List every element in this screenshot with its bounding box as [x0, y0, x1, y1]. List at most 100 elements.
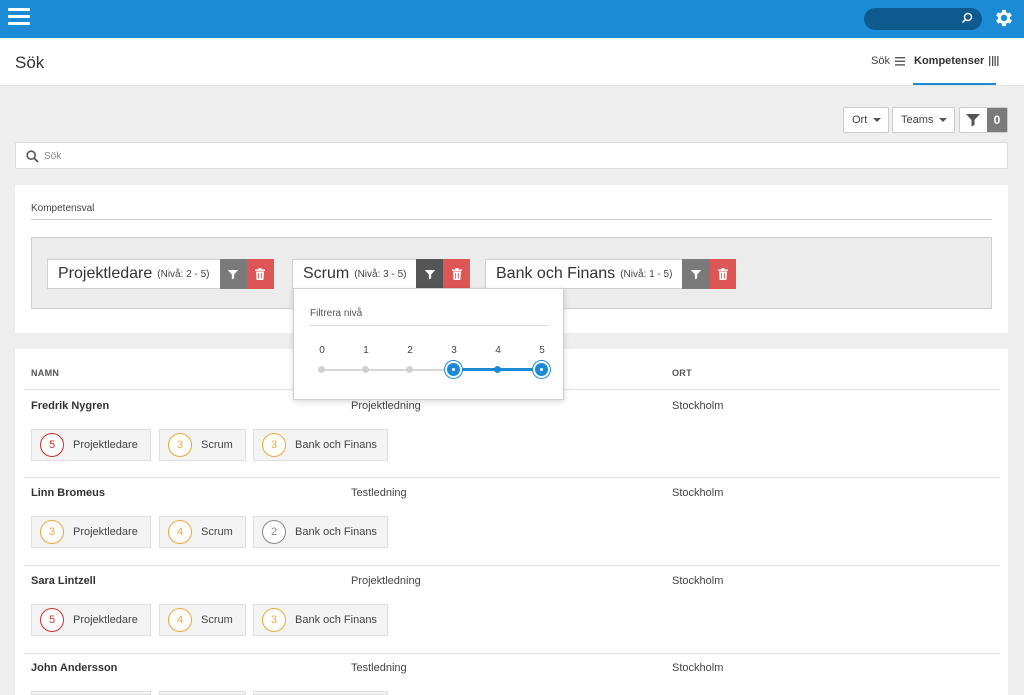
slider-tick-label: 1	[363, 345, 369, 356]
filter-icon	[966, 114, 980, 127]
competence-chip: Projektledare (Nivå: 2 - 5)	[47, 259, 274, 289]
ort-label: Ort	[852, 114, 868, 126]
filter-icon	[690, 269, 702, 279]
search-icon[interactable]	[960, 11, 974, 27]
level-badge: 3	[262, 433, 286, 457]
person-name[interactable]: Linn Bromeus	[31, 487, 105, 499]
chip-name: Projektledare	[58, 265, 153, 282]
slider-tick-label: 2	[407, 345, 413, 356]
chip-delete-button[interactable]	[709, 259, 737, 289]
gear-icon[interactable]	[993, 7, 1015, 29]
person-name[interactable]: John Andersson	[31, 662, 117, 674]
tag-name: Scrum	[201, 614, 233, 626]
chip-filter-button[interactable]	[219, 259, 247, 289]
slider-min-handle[interactable]	[445, 361, 462, 378]
competence-tag	[159, 691, 246, 695]
chip-level: (Nivå: 2 - 5)	[157, 268, 210, 280]
popover-title: Filtrera nivå	[310, 308, 363, 319]
slider-tick-label: 3	[451, 345, 457, 356]
divider	[310, 325, 548, 326]
level-badge: 3	[168, 433, 192, 457]
divider	[31, 219, 992, 220]
tag-name: Projektledare	[73, 614, 138, 626]
barcode-icon	[989, 56, 999, 66]
person-city: Stockholm	[672, 575, 724, 587]
slider-tick-label: 5	[539, 345, 545, 356]
chip-level: (Nivå: 1 - 5)	[620, 268, 673, 280]
slider-tick-label: 0	[319, 345, 325, 356]
competence-chip: Scrum (Nivå: 3 - 5)	[292, 259, 471, 289]
chip-body: Scrum (Nivå: 3 - 5)	[292, 259, 417, 289]
list-icon	[894, 56, 905, 66]
slider-step	[362, 366, 369, 373]
level-badge: 5	[40, 433, 64, 457]
slider-step	[318, 366, 325, 373]
chip-name: Bank och Finans	[496, 265, 616, 282]
tag-name: Bank och Finans	[295, 526, 377, 538]
chip-filter-button[interactable]	[682, 259, 710, 289]
person-city: Stockholm	[672, 662, 724, 674]
filter-count-button[interactable]: 0	[959, 107, 1008, 133]
column-header-name[interactable]: NAMN	[31, 368, 59, 378]
teams-dropdown-button[interactable]: Teams	[892, 107, 955, 133]
person-dept: Testledning	[351, 662, 407, 674]
person-city: Stockholm	[672, 400, 724, 412]
level-badge: 3	[262, 608, 286, 632]
tag-name: Scrum	[201, 526, 233, 538]
level-filter-popover: Filtrera nivå 0 1 2 3 4 5	[293, 288, 564, 400]
slider-tick-label: 4	[495, 345, 501, 356]
person-dept: Projektledning	[351, 400, 421, 412]
competence-tag: 3 Projektledare	[31, 516, 151, 548]
column-header-city[interactable]: ORT	[672, 368, 692, 378]
active-tab-indicator	[913, 83, 996, 85]
caret-down-icon	[939, 118, 948, 122]
global-search-input[interactable]	[874, 11, 960, 27]
slider-step	[406, 366, 413, 373]
top-bar	[0, 0, 1024, 38]
competence-tag: 5 Projektledare	[31, 604, 151, 636]
person-name[interactable]: Sara Lintzell	[31, 575, 96, 587]
teams-label: Teams	[901, 114, 934, 126]
chip-delete-button[interactable]	[443, 259, 471, 289]
level-badge: 4	[168, 520, 192, 544]
level-badge: 3	[40, 520, 64, 544]
tab-sok[interactable]: Sök	[871, 55, 905, 67]
tag-name: Projektledare	[73, 439, 138, 451]
chip-body: Projektledare (Nivå: 2 - 5)	[47, 259, 220, 289]
person-name[interactable]: Fredrik Nygren	[31, 400, 109, 412]
filter-count-badge: 0	[987, 108, 1007, 132]
ort-dropdown-button[interactable]: Ort	[843, 107, 889, 133]
page-header: Sök Sök Kompetenser	[0, 38, 1024, 86]
chip-delete-button[interactable]	[246, 259, 274, 289]
chip-body: Bank och Finans (Nivå: 1 - 5)	[485, 259, 683, 289]
person-city: Stockholm	[672, 487, 724, 499]
tag-name: Bank och Finans	[295, 439, 377, 451]
competence-tag	[31, 691, 151, 695]
page-title: Sök	[15, 53, 45, 72]
competence-title: Kompetensval	[31, 203, 95, 214]
competence-tag: 3 Bank och Finans	[253, 604, 388, 636]
row-divider	[24, 653, 1000, 654]
tab-label: Sök	[871, 55, 890, 67]
slider-max-handle[interactable]	[533, 361, 550, 378]
chip-filter-button[interactable]	[416, 259, 444, 289]
tab-label: Kompetenser	[914, 55, 985, 67]
level-badge: 4	[168, 608, 192, 632]
competence-tag: 4 Scrum	[159, 604, 246, 636]
competence-tag: 3 Bank och Finans	[253, 429, 388, 461]
level-badge: 5	[40, 608, 64, 632]
chip-level: (Nivå: 3 - 5)	[354, 268, 407, 280]
competence-tag: 4 Scrum	[159, 516, 246, 548]
search-input[interactable]	[44, 148, 944, 164]
filter-icon	[424, 269, 436, 279]
row-divider	[24, 477, 1000, 478]
competence-tag: 2 Bank och Finans	[253, 516, 388, 548]
trash-icon	[717, 268, 728, 280]
search-bar	[15, 142, 1008, 169]
tab-kompetenser[interactable]: Kompetenser	[914, 55, 999, 67]
person-dept: Projektledning	[351, 575, 421, 587]
hamburger-menu-icon[interactable]	[8, 8, 30, 28]
global-search	[864, 8, 982, 30]
competence-tag: 3 Scrum	[159, 429, 246, 461]
slider-step	[494, 366, 501, 373]
